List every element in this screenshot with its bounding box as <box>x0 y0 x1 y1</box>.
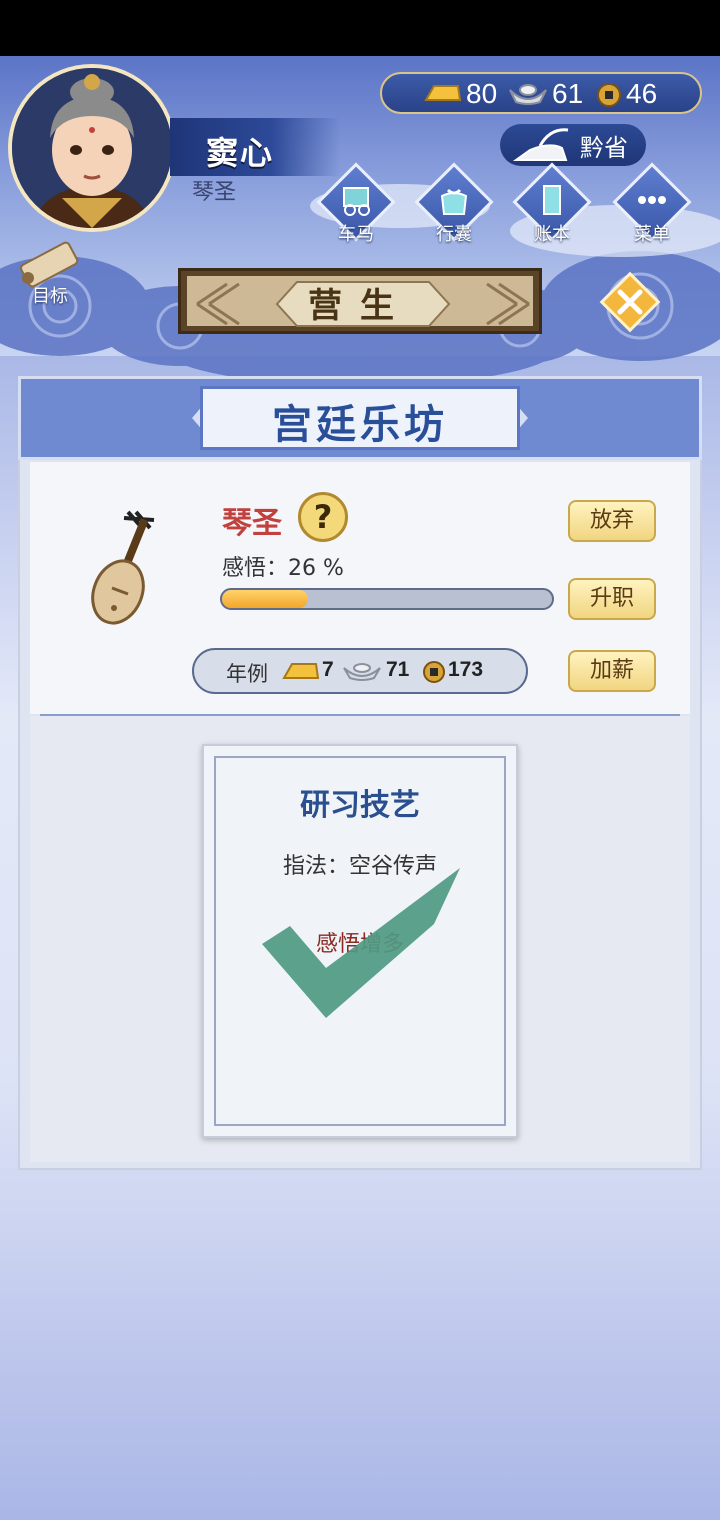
job-name: 琴圣 <box>222 506 282 541</box>
carriage-icon <box>343 187 370 216</box>
bundle-button[interactable]: 行囊 <box>414 162 494 248</box>
salary-copper: 173 <box>448 658 484 681</box>
ledger-label: 账本 <box>534 224 570 245</box>
abandon-button[interactable]: 放弃 <box>568 500 656 542</box>
bundle-label: 行囊 <box>436 224 472 245</box>
insight-progress-fill <box>222 590 308 608</box>
status-bar <box>0 0 720 56</box>
silver-ingot-icon <box>509 84 547 105</box>
divider <box>40 714 680 716</box>
silver-ingot-icon <box>343 663 381 681</box>
player-avatar[interactable] <box>8 64 176 232</box>
menu-button[interactable]: 菜单 <box>612 162 692 248</box>
carriage-label: 车马 <box>338 224 374 245</box>
gold-ingot-icon <box>282 663 320 679</box>
copper-coin-icon <box>423 661 445 683</box>
ledger-icon <box>543 185 561 215</box>
close-icon <box>599 271 661 333</box>
avatar-portrait-icon <box>12 68 172 228</box>
silver-amount: 61 <box>552 78 584 109</box>
currency-bar: 80 61 46 <box>380 72 702 114</box>
pipa-icon <box>91 510 155 625</box>
location-label: 黔省 <box>580 134 628 162</box>
raise-salary-button[interactable]: 加薪 <box>568 650 656 692</box>
panel-title: 宫廷乐坊 <box>272 402 448 448</box>
ledger-button[interactable]: 账本 <box>512 162 592 248</box>
menu-dots-icon <box>638 196 666 204</box>
copper-coin-icon <box>597 83 621 107</box>
promote-button[interactable]: 升职 <box>568 578 656 620</box>
help-button[interactable]: ? <box>298 492 348 542</box>
iron-icon <box>512 128 569 161</box>
gold-ingot-icon <box>424 85 462 101</box>
player-name: 窦心 <box>206 134 275 172</box>
player-title: 琴圣 <box>192 180 237 205</box>
carriage-button[interactable]: 车马 <box>316 162 396 248</box>
bundle-icon <box>440 188 468 215</box>
close-button[interactable] <box>598 270 662 334</box>
menu-label: 菜单 <box>634 224 670 245</box>
gold-amount: 80 <box>466 78 498 109</box>
card-title: 研习技艺 <box>300 788 420 823</box>
salary-label: 年例 <box>226 662 268 686</box>
salary-silver: 71 <box>386 658 410 681</box>
checkmark-icon <box>262 868 460 1018</box>
insight-label: 感悟：26 % <box>222 556 344 581</box>
insight-progress-bar <box>220 588 554 610</box>
salary-gold: 7 <box>322 658 334 681</box>
copper-amount: 46 <box>626 78 658 109</box>
